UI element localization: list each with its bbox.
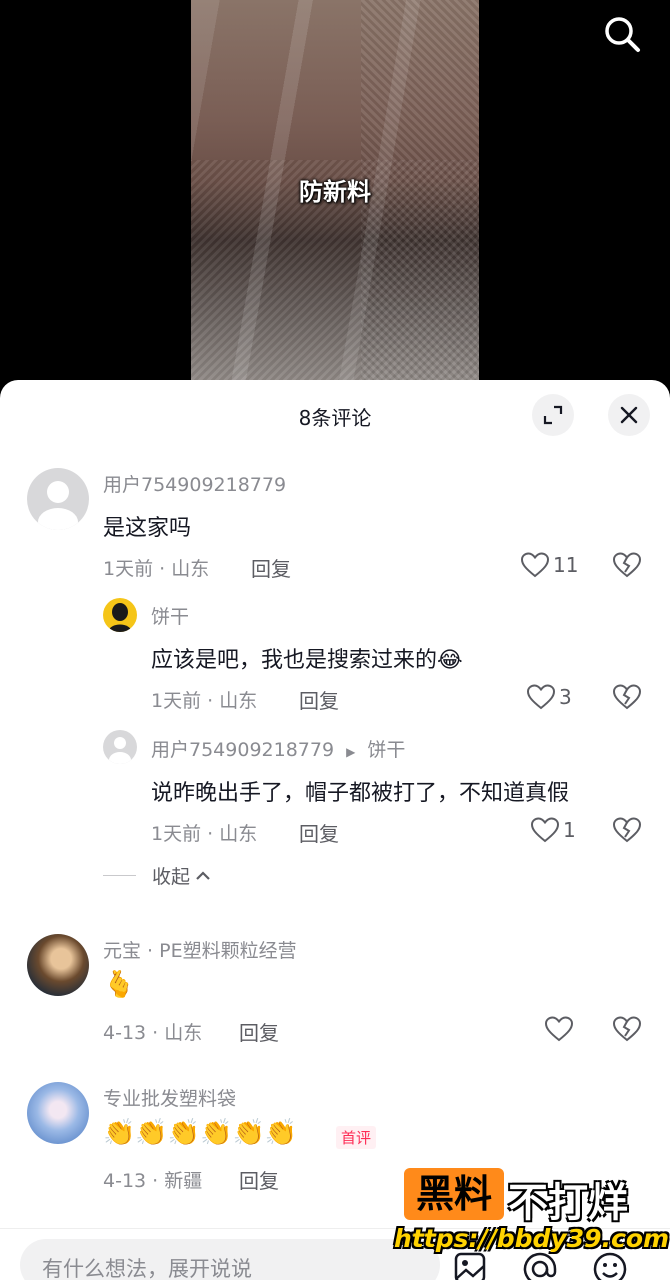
avatar[interactable] bbox=[103, 730, 137, 764]
broken-heart-icon bbox=[612, 684, 642, 710]
comment-text: 说昨晚出手了，帽子都被打了，不知道真假 bbox=[151, 781, 570, 806]
reply-arrow-icon: ▶ bbox=[346, 745, 356, 759]
reply-target[interactable]: 饼干 bbox=[367, 739, 405, 761]
like-count: 11 bbox=[553, 553, 579, 577]
comment-meta: 1天前 · 山东 bbox=[151, 690, 258, 712]
watermark: 黑料 不打烊 https://bbdy39.com bbox=[394, 1168, 670, 1280]
comment-meta: 1天前 · 山东 bbox=[151, 823, 258, 845]
broken-heart-icon bbox=[612, 552, 642, 578]
like-count: 1 bbox=[563, 818, 576, 842]
reply-button[interactable]: 回复 bbox=[239, 1165, 279, 1194]
collapse-label: 收起 bbox=[152, 866, 191, 888]
like-button[interactable]: 3 bbox=[527, 684, 572, 710]
heart-icon bbox=[527, 684, 555, 710]
avatar[interactable] bbox=[103, 598, 137, 632]
dislike-button[interactable] bbox=[612, 817, 642, 847]
video-caption: 防新料 bbox=[299, 178, 371, 206]
comment-username[interactable]: 用户754909218779 ▶ 饼干 bbox=[151, 735, 405, 762]
search-icon[interactable] bbox=[600, 12, 644, 56]
heart-icon bbox=[545, 1016, 573, 1042]
comment-meta: 1天前 · 山东 bbox=[103, 558, 210, 580]
watermark-logo: 黑料 bbox=[404, 1168, 504, 1220]
sheet-header: 8条评论 bbox=[0, 380, 670, 450]
reply-author[interactable]: 用户754909218779 bbox=[151, 739, 334, 761]
close-button[interactable] bbox=[608, 394, 650, 436]
dislike-button[interactable] bbox=[612, 684, 642, 714]
like-button[interactable]: 11 bbox=[521, 552, 578, 578]
comment-text: 👏👏👏👏👏👏 bbox=[103, 1118, 298, 1148]
comment-text: 应该是吧，我也是搜索过来的😂 bbox=[151, 648, 463, 673]
comment-text: 是这家吗 bbox=[103, 516, 192, 541]
collapse-replies-button[interactable]: 收起 bbox=[103, 862, 212, 889]
heart-icon bbox=[521, 552, 549, 578]
reply-button[interactable]: 回复 bbox=[299, 818, 339, 847]
dislike-button[interactable] bbox=[612, 552, 642, 582]
divider bbox=[103, 875, 136, 876]
expand-icon bbox=[543, 405, 563, 425]
comment-meta: 4-13 · 新疆 bbox=[103, 1170, 203, 1192]
comment-input[interactable]: 有什么想法，展开说说 bbox=[20, 1239, 440, 1280]
like-button[interactable] bbox=[545, 1016, 577, 1042]
avatar[interactable] bbox=[27, 1082, 89, 1144]
broken-heart-icon bbox=[612, 1016, 642, 1042]
avatar[interactable] bbox=[27, 934, 89, 996]
chevron-up-icon bbox=[196, 870, 210, 880]
comment-username[interactable]: 专业批发塑料袋 bbox=[103, 1084, 236, 1111]
comment-sheet: 8条评论 用户754909218779 是这家吗 1天前 · 山东 回复 11 … bbox=[0, 380, 670, 1280]
close-icon bbox=[620, 406, 638, 424]
reply-button[interactable]: 回复 bbox=[299, 685, 339, 714]
comment-text: 🫰 bbox=[103, 970, 136, 1000]
comment-username[interactable]: 元宝 · PE塑料颗粒经营 bbox=[103, 936, 297, 963]
comment-meta: 4-13 · 山东 bbox=[103, 1022, 203, 1044]
watermark-url: https://bbdy39.com bbox=[394, 1224, 670, 1253]
comment-username[interactable]: 用户754909218779 bbox=[103, 470, 286, 497]
reply-button[interactable]: 回复 bbox=[239, 1017, 279, 1046]
dislike-button[interactable] bbox=[612, 1016, 642, 1046]
watermark-text: 不打烊 bbox=[508, 1180, 628, 1226]
heart-icon bbox=[531, 817, 559, 843]
like-button[interactable]: 1 bbox=[531, 817, 576, 843]
video-frame[interactable]: 防新料 bbox=[191, 0, 479, 400]
expand-button[interactable] bbox=[532, 394, 574, 436]
video-player[interactable]: 防新料 bbox=[0, 0, 670, 400]
first-comment-badge: 首评 bbox=[336, 1126, 377, 1149]
like-count: 3 bbox=[559, 685, 572, 709]
avatar[interactable] bbox=[27, 468, 89, 530]
reply-button[interactable]: 回复 bbox=[251, 553, 291, 582]
broken-heart-icon bbox=[612, 817, 642, 843]
comment-username[interactable]: 饼干 bbox=[151, 602, 189, 629]
